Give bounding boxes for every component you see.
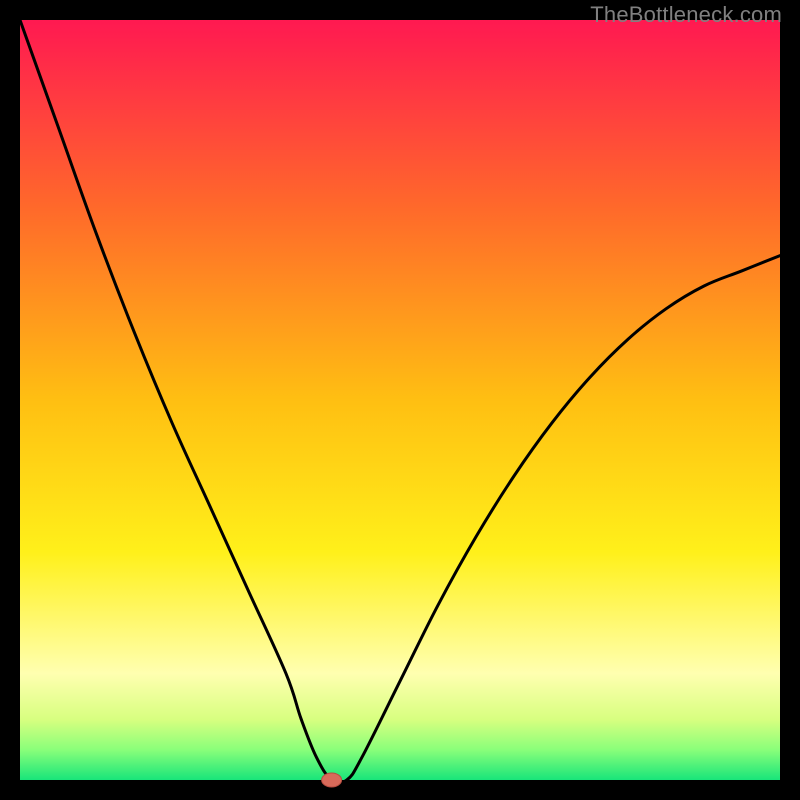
bottleneck-chart [0,0,800,800]
optimum-marker [322,773,342,787]
chart-container: TheBottleneck.com [0,0,800,800]
watermark-text: TheBottleneck.com [590,2,782,28]
plot-gradient-background [20,20,780,780]
